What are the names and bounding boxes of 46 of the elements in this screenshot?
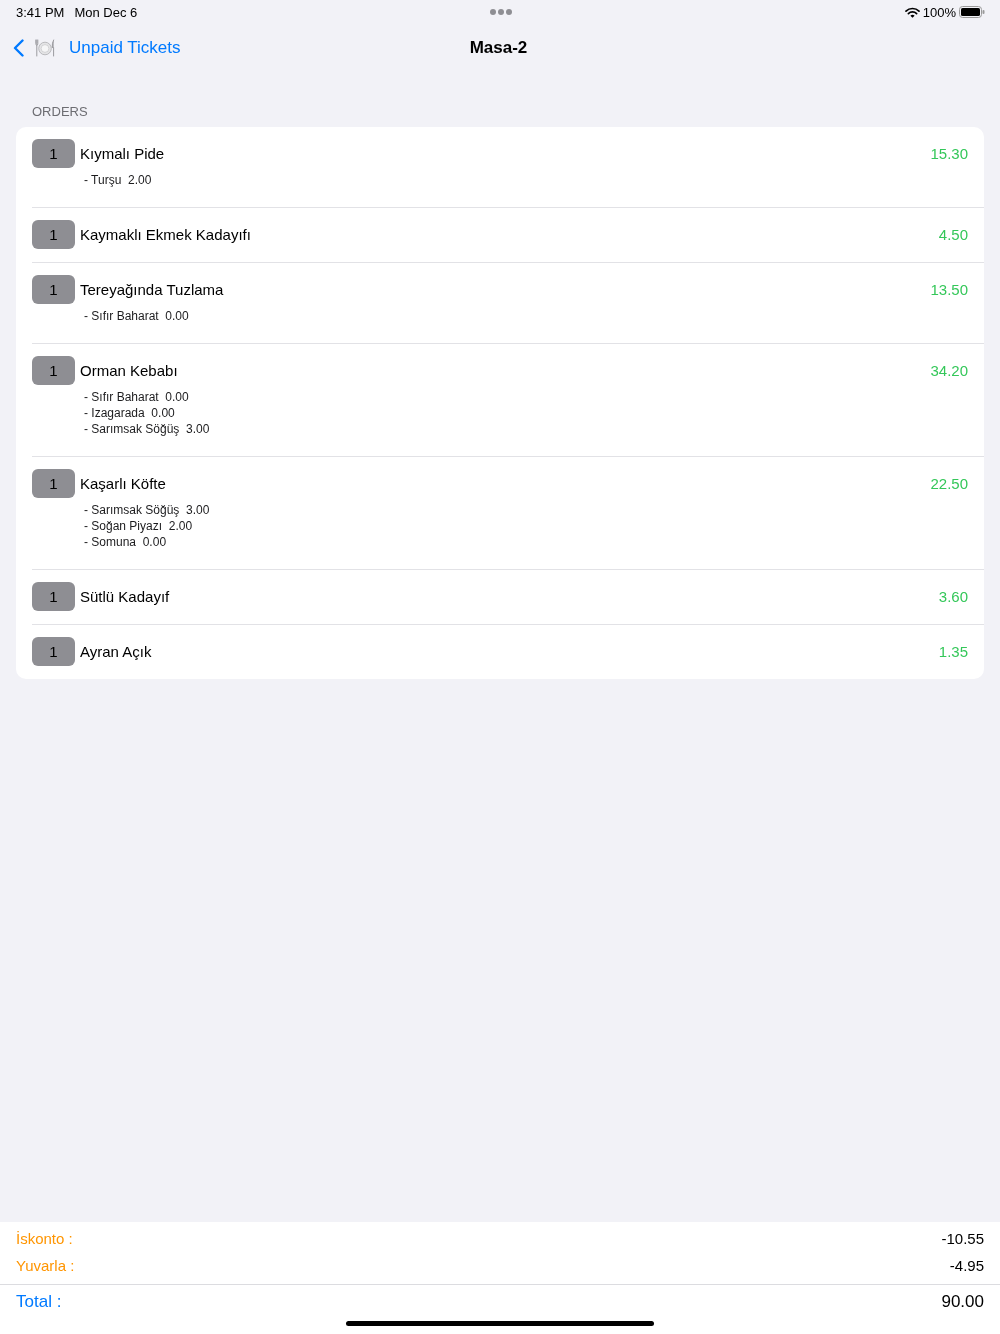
item-price: 15.30 <box>930 145 968 162</box>
more-dots-icon[interactable] <box>489 9 512 15</box>
item-name: Tereyağında Tuzlama <box>80 281 224 298</box>
adjustment-label: İskonto : <box>16 1229 73 1247</box>
chevron-left-icon <box>13 39 24 57</box>
modifier-text: - Sıfır Baharat 0.00 <box>84 389 189 405</box>
quantity-badge: 1 <box>32 356 75 385</box>
total-label: Total : <box>16 1292 62 1312</box>
quantity-badge: 1 <box>32 469 75 498</box>
quantity-badge: 1 <box>32 637 75 666</box>
adjustment-value: -4.95 <box>949 1256 984 1274</box>
total-value: 90.00 <box>941 1292 984 1312</box>
wifi-icon <box>904 6 920 18</box>
status-date: Mon Dec 6 <box>74 4 138 20</box>
modifier-text: - Somuna 0.00 <box>84 534 167 550</box>
item-price: 34.20 <box>930 362 968 379</box>
adjustment-label: Yuvarla : <box>16 1256 75 1274</box>
item-name: Kaşarlı Köfte <box>80 475 166 492</box>
item-price: 13.50 <box>930 281 968 298</box>
quantity-badge: 1 <box>32 220 75 249</box>
section-header: ORDERS <box>32 104 88 120</box>
status-time: 3:41 PM <box>16 4 65 20</box>
item-name: Orman Kebabı <box>80 362 178 379</box>
item-name: Sütlü Kadayıf <box>80 588 170 605</box>
modifier-text: - Sıfır Baharat 0.00 <box>84 308 189 324</box>
item-name: Kaymaklı Ekmek Kadayıfı <box>80 226 251 243</box>
battery-percent: 100% <box>922 4 956 20</box>
modifier-text: - Sarımsak Söğüş 3.00 <box>84 421 210 437</box>
plate-cutlery-icon <box>35 39 55 57</box>
quantity-badge: 1 <box>32 139 75 168</box>
modifier-text: - Turşu 2.00 <box>84 172 152 188</box>
modifier-text: - Soğan Piyazı 2.00 <box>84 518 193 534</box>
item-price: 1.35 <box>938 643 968 660</box>
battery-icon <box>959 6 985 18</box>
quantity-badge: 1 <box>32 582 75 611</box>
back-button[interactable]: Unpaid Tickets <box>13 37 181 59</box>
adjustment-value: -10.55 <box>941 1229 984 1247</box>
item-price: 4.50 <box>938 226 968 243</box>
quantity-badge: 1 <box>32 275 75 304</box>
modifier-text: - Izagarada 0.00 <box>84 405 175 421</box>
item-price: 3.60 <box>938 588 968 605</box>
item-price: 22.50 <box>930 475 968 492</box>
modifier-text: - Sarımsak Söğüş 3.00 <box>84 502 210 518</box>
item-name: Kıymalı Pide <box>80 145 165 162</box>
item-name: Ayran Açık <box>80 643 152 660</box>
screen-title: Masa-2 <box>469 38 528 58</box>
